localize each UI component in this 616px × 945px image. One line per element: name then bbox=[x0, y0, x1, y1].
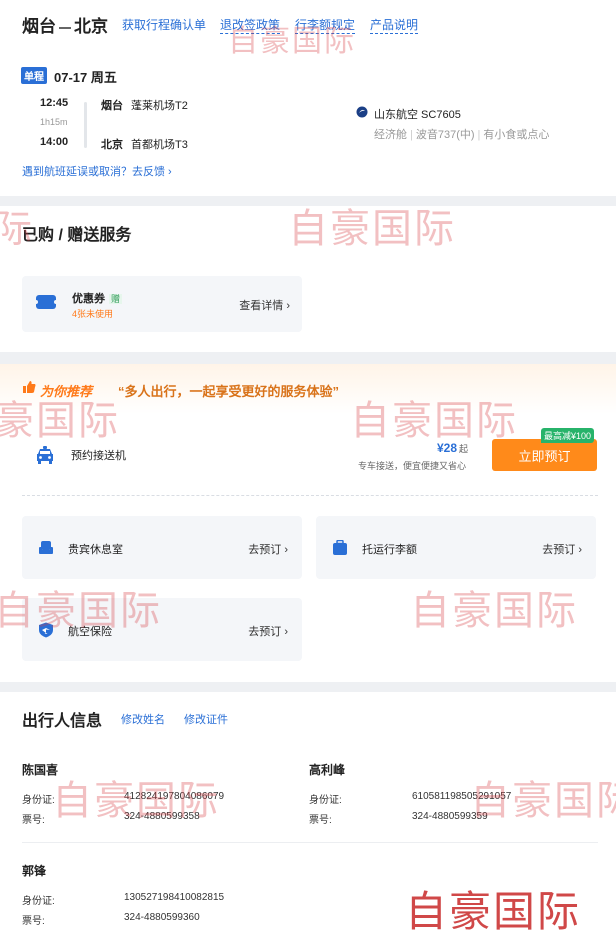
passenger-1-ticket: 324-4880599358 bbox=[124, 811, 200, 822]
product-info-link[interactable]: 产品说明 bbox=[370, 16, 419, 34]
airline-flight-number: 山东航空 SC7605 bbox=[374, 109, 461, 121]
checked-baggage-tile[interactable]: 托运行李额 去预订 bbox=[316, 516, 596, 579]
route-arrow bbox=[59, 26, 71, 29]
recommend-slogan: “多人出行，一起享受更好的服务体验” bbox=[118, 384, 340, 399]
vip-lounge-book-link[interactable]: 去预订 bbox=[248, 541, 288, 557]
departure-time: 12:45 bbox=[40, 97, 69, 109]
route-from: 烟台 bbox=[22, 17, 56, 36]
route-to: 北京 bbox=[74, 17, 108, 36]
coupon-icon bbox=[34, 295, 58, 309]
view-detail-link[interactable]: 查看详情 bbox=[239, 297, 290, 313]
car-icon bbox=[37, 446, 53, 464]
coupon-count: 4张未使用 bbox=[72, 309, 114, 319]
passenger-1-name: 陈国喜 bbox=[22, 763, 59, 777]
passenger-2-ticket: 324-4880599359 bbox=[412, 811, 488, 822]
gift-tag: 赠 bbox=[109, 294, 123, 304]
passenger-1-ticket-label: 票号: bbox=[22, 815, 45, 826]
flight-insurance-book-link[interactable]: 去预订 bbox=[248, 623, 288, 639]
passenger-info-card: 出行人信息 修改姓名 修改证件 陈国喜 身份证: 412824197804086… bbox=[0, 692, 616, 945]
baggage-rules-link[interactable]: 行李额规定 bbox=[295, 16, 356, 34]
arrival-city: 北京 首都机场T3 bbox=[101, 139, 188, 151]
passenger-2-id-label: 身份证: bbox=[309, 795, 342, 806]
flight-insurance-tile[interactable]: 航空保险 去预订 bbox=[22, 598, 302, 661]
trip-type-badge: 单程 bbox=[21, 67, 47, 84]
passenger-1-id-label: 身份证: bbox=[22, 795, 55, 806]
airline-logo-icon bbox=[356, 106, 368, 118]
itinerary-confirmation-link[interactable]: 获取行程确认单 bbox=[122, 16, 206, 33]
flight-card: 烟台 北京 获取行程确认单 退改签政策 行李额规定 产品说明 单程 07-17 周… bbox=[0, 0, 616, 196]
passenger-2-name: 高利峰 bbox=[309, 763, 346, 777]
transfer-description: 专车接送，便宜便捷又省心 bbox=[358, 461, 467, 471]
refund-change-policy-link[interactable]: 退改签政策 bbox=[220, 16, 281, 34]
section-divider bbox=[22, 495, 598, 496]
arrival-airport: 首都机场T3 bbox=[131, 139, 188, 151]
vip-lounge-tile[interactable]: 贵宾休息室 去预订 bbox=[22, 516, 302, 579]
recommend-tag: 为你推荐 bbox=[40, 384, 93, 399]
route-title: 烟台 北京 bbox=[22, 12, 108, 37]
delay-feedback-link[interactable]: 遇到航班延误或取消？去反馈 bbox=[22, 163, 172, 179]
purchased-services-title: 已购 / 赠送服务 bbox=[22, 227, 132, 244]
discount-badge: 最高减¥100 bbox=[541, 428, 595, 443]
cabin-info: 经济舱 | 波音737(中) | 有小食或点心 bbox=[374, 129, 550, 141]
passenger-3-id: 130527198410082815 bbox=[124, 892, 225, 903]
passenger-3-ticket-label: 票号: bbox=[22, 916, 45, 927]
edit-id-link[interactable]: 修改证件 bbox=[184, 711, 228, 727]
coupon-tile[interactable]: 优惠券赠 4张未使用 查看详情 bbox=[22, 276, 302, 332]
flight-date: 07-17 周五 bbox=[54, 70, 117, 85]
passenger-3-name: 郭锋 bbox=[22, 864, 47, 878]
passenger-1-id: 412824197804086079 bbox=[124, 791, 225, 802]
insurance-shield-icon bbox=[39, 622, 53, 638]
departure-airport: 蓬莱机场T2 bbox=[131, 100, 188, 112]
luggage-icon bbox=[333, 540, 347, 555]
passenger-3-id-label: 身份证: bbox=[22, 896, 55, 907]
passenger-divider bbox=[22, 842, 598, 843]
book-now-button[interactable]: 立即预订 bbox=[492, 439, 597, 471]
purchased-services-card: 已购 / 赠送服务 优惠券赠 4张未使用 查看详情 bbox=[0, 206, 616, 352]
passenger-2-ticket-label: 票号: bbox=[309, 815, 332, 826]
edit-name-link[interactable]: 修改姓名 bbox=[121, 711, 165, 727]
lounge-seat-icon bbox=[39, 541, 53, 554]
timeline-bar bbox=[84, 102, 87, 148]
flight-insurance-label: 航空保险 bbox=[68, 626, 112, 638]
flight-duration: 1h15m bbox=[40, 117, 68, 127]
checked-baggage-book-link[interactable]: 去预订 bbox=[542, 541, 582, 557]
passenger-3-ticket: 324-4880599360 bbox=[124, 912, 200, 923]
passenger-2-id: 610581198505291057 bbox=[412, 791, 512, 802]
coupon-name: 优惠券赠 bbox=[72, 293, 123, 305]
arrival-time: 14:00 bbox=[40, 136, 69, 148]
recommend-card: 为你推荐 “多人出行，一起享受更好的服务体验” 预约接送机 ¥28 起 专车接送，… bbox=[0, 364, 616, 682]
departure-city: 烟台 蓬莱机场T2 bbox=[101, 100, 188, 112]
vip-lounge-label: 贵宾休息室 bbox=[68, 544, 123, 556]
transfer-price: ¥28 起 bbox=[437, 441, 469, 455]
airport-transfer-label: 预约接送机 bbox=[71, 450, 126, 462]
checked-baggage-label: 托运行李额 bbox=[362, 544, 417, 556]
thumbs-up-icon bbox=[23, 381, 36, 393]
passenger-info-title: 出行人信息 bbox=[22, 713, 103, 730]
